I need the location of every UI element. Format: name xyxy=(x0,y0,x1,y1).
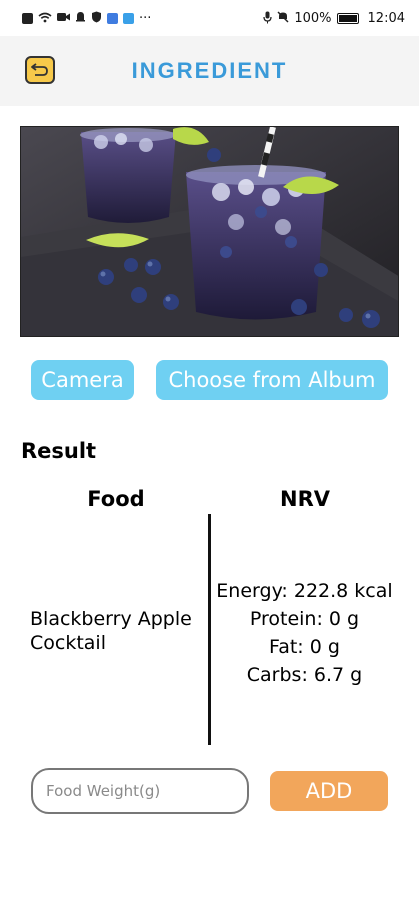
clock-time: 12:04 xyxy=(367,10,405,26)
camera-button[interactable]: Camera xyxy=(31,360,134,400)
status-bar: ··· 100% 12:04 xyxy=(0,0,419,36)
microphone-icon xyxy=(263,11,273,26)
nrv-list: Energy: 222.8 kcal Protein: 0 g Fat: 0 g… xyxy=(212,577,397,689)
app-notification-icon xyxy=(107,12,118,24)
app-header: INGREDIENT xyxy=(0,36,419,106)
more-notifications-indicator: ··· xyxy=(139,10,152,26)
choose-from-album-button[interactable]: Choose from Album xyxy=(156,360,388,400)
battery-percent: 100% xyxy=(294,10,332,26)
nrv-column-header: NRV xyxy=(280,487,330,511)
nrv-carbs: Carbs: 6.7 g xyxy=(246,664,363,686)
sim-icon xyxy=(22,12,33,24)
battery-icon xyxy=(336,12,359,24)
add-button[interactable]: ADD xyxy=(270,771,388,811)
food-photo xyxy=(20,126,399,337)
food-column-header: Food xyxy=(87,487,145,511)
status-right-icons: 100% 12:04 xyxy=(263,11,405,26)
food-weight-input[interactable] xyxy=(31,768,249,814)
wifi-icon xyxy=(38,12,52,25)
nrv-energy: Energy: 222.8 kcal xyxy=(216,580,393,602)
page-title: INGREDIENT xyxy=(131,58,288,83)
nrv-fat: Fat: 0 g xyxy=(269,636,340,658)
bell-icon xyxy=(75,11,86,25)
mute-icon xyxy=(277,11,289,25)
status-left-icons: ··· xyxy=(22,11,151,26)
food-name: Blackberry Apple Cocktail xyxy=(30,608,192,654)
result-heading: Result xyxy=(21,439,97,463)
nrv-protein: Protein: 0 g xyxy=(249,608,360,630)
cloud-app-icon xyxy=(123,12,134,24)
shield-icon xyxy=(91,11,102,25)
video-icon xyxy=(57,12,70,24)
column-divider xyxy=(208,514,211,745)
